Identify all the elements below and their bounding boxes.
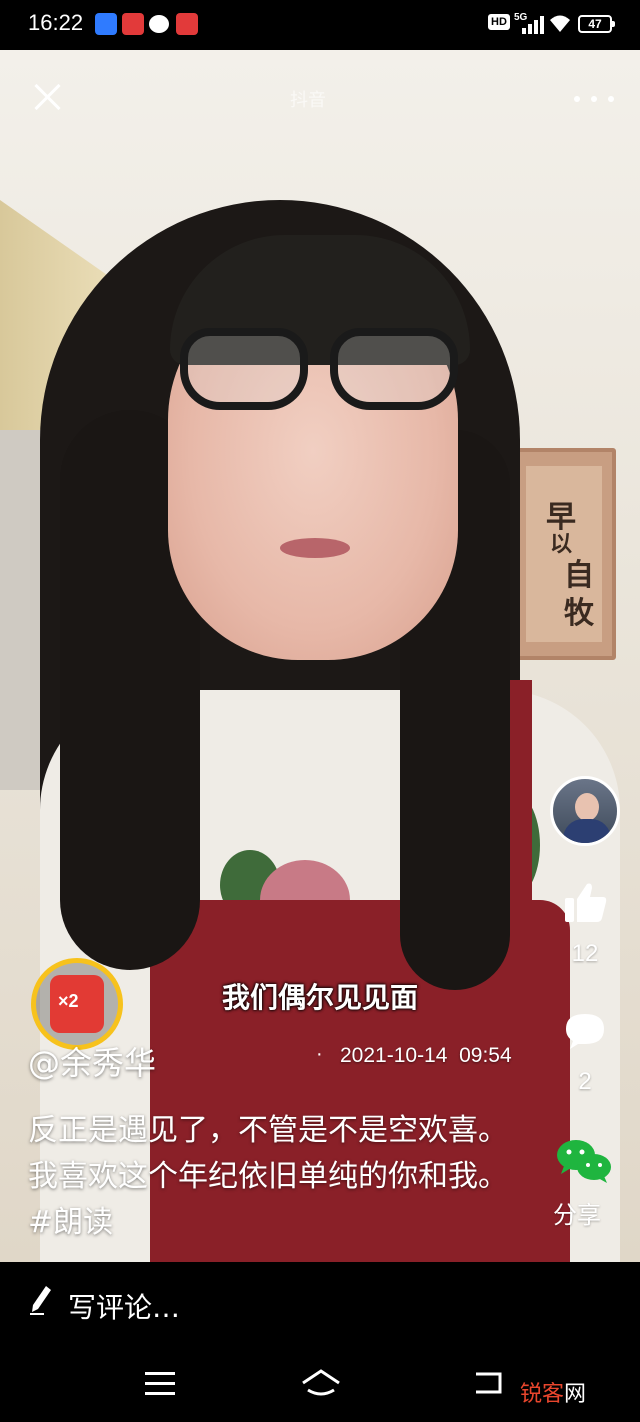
site-logo-red: 锐客 xyxy=(520,1382,565,1407)
wifi-icon xyxy=(550,15,570,32)
person-mouth xyxy=(280,538,350,558)
video-subtitle: 我们偶尔见见面 xyxy=(221,981,418,1014)
translate-app-icon xyxy=(95,13,117,35)
home-icon[interactable] xyxy=(300,1368,342,1400)
comment-input[interactable]: 写评论… xyxy=(68,1286,180,1326)
author-name[interactable]: @余秀华 xyxy=(28,1038,156,1084)
like-count: 12 xyxy=(571,940,599,967)
post-datetime: 2021-10-14 09:54 xyxy=(340,1044,512,1067)
status-bar: 16:22 HD 5G 47 xyxy=(0,0,640,50)
back-icon[interactable] xyxy=(472,1370,504,1396)
signal-icon xyxy=(520,14,544,34)
comment-icon[interactable] xyxy=(564,1012,606,1050)
thumbs-up-icon[interactable] xyxy=(565,882,607,922)
close-icon[interactable] xyxy=(32,82,62,112)
site-logo-white: 网 xyxy=(564,1382,587,1407)
battery-indicator: 47 xyxy=(578,15,615,33)
scroll-character: 牧 xyxy=(564,596,594,631)
message-icon xyxy=(149,15,169,33)
app-notification-icon xyxy=(122,13,144,35)
wechat-share-icon[interactable] xyxy=(556,1138,612,1184)
app-watermark: 抖音 xyxy=(290,90,326,111)
more-options-icon[interactable] xyxy=(574,96,614,102)
separator-dot: · xyxy=(316,1043,323,1065)
site-logo: 锐客网 xyxy=(520,1376,586,1408)
app-notification-icon xyxy=(176,13,198,35)
glasses xyxy=(180,328,480,418)
pen-icon xyxy=(30,1286,51,1315)
hd-voice-indicator: HD xyxy=(488,14,510,30)
comment-count: 2 xyxy=(578,1068,592,1095)
author-avatar[interactable] xyxy=(550,776,620,846)
clock: 16:22 xyxy=(28,10,84,35)
menu-icon[interactable] xyxy=(145,1372,175,1396)
calligraphy-scroll: 早 以 自 牧 xyxy=(512,448,616,660)
share-label[interactable]: 分享 xyxy=(553,1195,601,1230)
post-caption[interactable]: 反正是遇见了，不管是不是空欢喜。我喜欢这个年纪依旧单纯的你和我。#朗读 xyxy=(28,1108,528,1246)
